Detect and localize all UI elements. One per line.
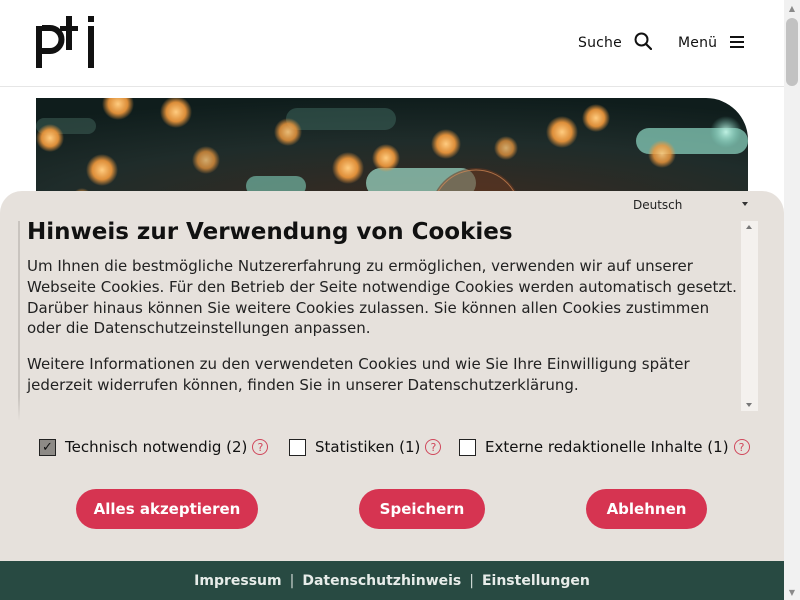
scroll-up-arrow-icon[interactable]: ▲ bbox=[784, 0, 800, 16]
cookie-info-text: Weitere Informationen zu den verwendeten… bbox=[27, 355, 690, 394]
help-icon[interactable]: ? bbox=[425, 439, 442, 455]
search-button[interactable]: Suche bbox=[578, 31, 653, 55]
cookie-text-scrollbar[interactable] bbox=[741, 221, 758, 411]
save-button[interactable]: Speichern bbox=[359, 489, 485, 529]
text-fade-overlay bbox=[2, 397, 738, 421]
page-scrollbar[interactable]: ▲ ▼ bbox=[784, 0, 800, 600]
category-technical[interactable]: ✓ Technisch notwendig (2) ? bbox=[39, 437, 269, 457]
search-label: Suche bbox=[578, 35, 622, 51]
scroll-down-icon[interactable] bbox=[746, 403, 752, 407]
category-label: Technisch notwendig (2) bbox=[65, 438, 248, 456]
scrollbar-thumb[interactable] bbox=[786, 18, 798, 86]
checkbox-external-content[interactable] bbox=[459, 438, 476, 456]
privacy-link[interactable]: Datenschutzhinweis bbox=[302, 573, 461, 589]
menu-label: Menü bbox=[678, 35, 718, 51]
help-icon[interactable]: ? bbox=[252, 439, 269, 455]
category-external-content[interactable]: Externe redaktionelle Inhalte (1) ? bbox=[459, 437, 750, 457]
checkbox-technical[interactable]: ✓ bbox=[39, 438, 56, 456]
scroll-up-icon[interactable] bbox=[746, 225, 752, 229]
scroll-down-arrow-icon[interactable]: ▼ bbox=[784, 584, 800, 600]
category-label: Statistiken (1) bbox=[315, 438, 421, 456]
language-value: Deutsch bbox=[633, 198, 683, 212]
footer-separator: | bbox=[289, 572, 295, 589]
footer-separator: | bbox=[469, 572, 474, 589]
decline-button[interactable]: Ablehnen bbox=[586, 489, 707, 529]
site-header: Suche Menü bbox=[0, 0, 784, 87]
cookie-intro-text: Um Ihnen die bestmögliche Nutzererfahrun… bbox=[27, 257, 737, 338]
category-label: Externe redaktionelle Inhalte (1) bbox=[485, 438, 729, 456]
language-select[interactable]: Deutsch bbox=[628, 194, 754, 216]
cookie-title: Hinweis zur Verwendung von Cookies bbox=[27, 221, 513, 245]
accept-all-button[interactable]: Alles akzeptieren bbox=[76, 489, 258, 529]
search-icon bbox=[634, 32, 653, 54]
cookie-text-area: Hinweis zur Verwendung von Cookies Um Ih… bbox=[18, 221, 742, 420]
help-icon[interactable]: ? bbox=[733, 439, 750, 455]
settings-link[interactable]: Einstellungen bbox=[482, 573, 590, 589]
caret-down-icon bbox=[742, 202, 748, 206]
impressum-link[interactable]: Impressum bbox=[194, 573, 281, 589]
menu-button[interactable]: Menü bbox=[678, 31, 745, 55]
pti-logo[interactable] bbox=[36, 14, 100, 72]
checkbox-statistics[interactable] bbox=[289, 438, 306, 456]
footer-bar: Impressum | Datenschutzhinweis | Einstel… bbox=[0, 561, 784, 600]
hamburger-icon bbox=[729, 34, 745, 53]
category-statistics[interactable]: Statistiken (1) ? bbox=[289, 437, 442, 457]
